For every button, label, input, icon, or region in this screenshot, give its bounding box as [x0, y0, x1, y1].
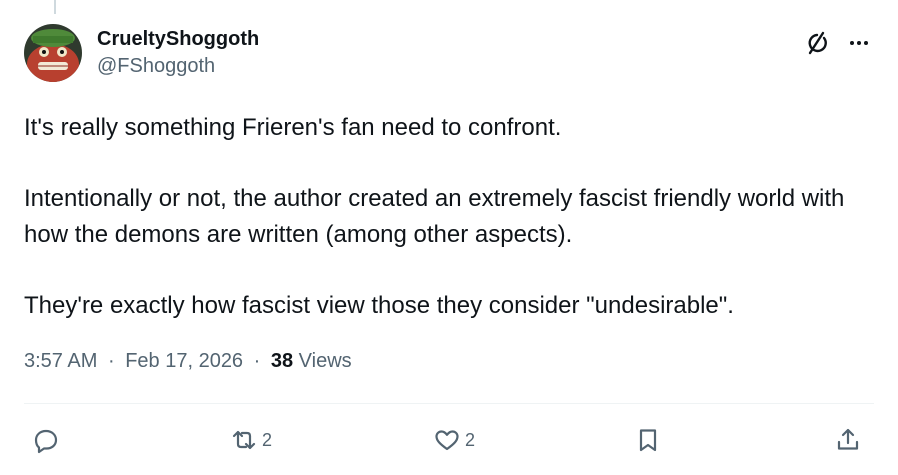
post-paragraph: They're exactly how fascist view those t…: [24, 292, 734, 319]
post-text: It's really something Frieren's fan need…: [24, 110, 864, 324]
like-button[interactable]: 2: [433, 420, 475, 460]
post-paragraph: It's really something Frieren's fan need…: [24, 114, 562, 141]
like-icon: [433, 426, 461, 454]
views-count: 38: [270, 350, 294, 372]
reply-icon: [32, 426, 60, 454]
bookmark-icon: [634, 426, 662, 454]
avatar[interactable]: [24, 24, 82, 82]
author-info: CrueltyShoggoth @FShoggoth: [97, 26, 259, 80]
post-metadata: 3:57 AM · Feb 17, 2026 · 38 Views: [24, 346, 352, 376]
thread-connector-line: [54, 0, 56, 14]
author-display-name[interactable]: CrueltyShoggoth: [97, 26, 259, 52]
post-top-actions: [804, 30, 870, 56]
repost-count: 2: [262, 429, 273, 450]
share-icon: [834, 426, 862, 454]
more-options-icon[interactable]: [848, 32, 870, 54]
reply-button[interactable]: [32, 420, 64, 460]
share-button[interactable]: [834, 420, 862, 460]
bookmark-button[interactable]: [634, 420, 662, 460]
post-date[interactable]: Feb 17, 2026: [125, 350, 243, 372]
post-time[interactable]: 3:57 AM: [24, 350, 97, 372]
author-handle[interactable]: @FShoggoth: [97, 52, 259, 80]
post-paragraph: Intentionally or not, the author created…: [24, 185, 845, 248]
divider: [24, 403, 874, 404]
repost-button[interactable]: 2: [230, 420, 272, 460]
grok-icon[interactable]: [804, 30, 830, 56]
like-count: 2: [465, 429, 476, 450]
meta-separator: ·: [107, 350, 115, 372]
views-label: Views: [298, 350, 352, 372]
meta-separator: ·: [253, 350, 261, 372]
post-action-bar: 2 2: [24, 420, 874, 460]
repost-icon: [230, 426, 258, 454]
